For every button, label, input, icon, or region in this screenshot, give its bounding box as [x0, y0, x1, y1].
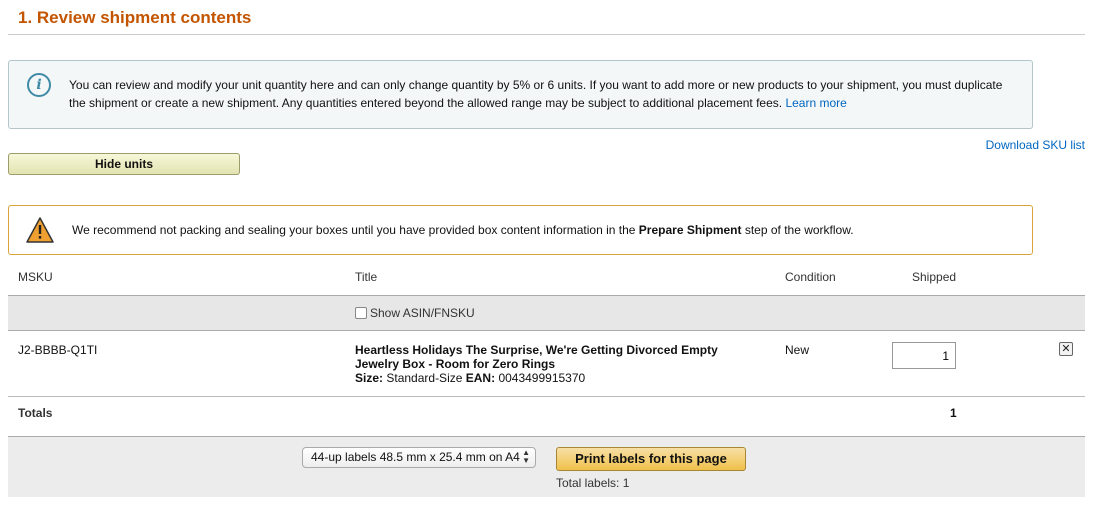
- print-labels-button[interactable]: Print labels for this page: [556, 447, 746, 471]
- totals-value: 1: [950, 406, 957, 420]
- warning-text-before: We recommend not packing and sealing you…: [72, 223, 636, 237]
- header-shipped: Shipped: [912, 270, 957, 284]
- product-attributes: Size: Standard-Size EAN: 0043499915370: [355, 371, 718, 385]
- warning-alert: We recommend not packing and sealing you…: [8, 205, 1033, 255]
- ean-value: 0043499915370: [498, 371, 586, 385]
- info-alert: i You can review and modify your unit qu…: [8, 60, 1033, 129]
- hide-units-button[interactable]: Hide units: [8, 153, 240, 175]
- header-title: Title: [355, 270, 378, 284]
- remove-item-icon[interactable]: ✕: [1059, 342, 1073, 356]
- download-sku-list-link[interactable]: Download SKU list: [986, 138, 1085, 152]
- title-divider: [8, 34, 1085, 35]
- warning-text: We recommend not packing and sealing you…: [72, 223, 854, 237]
- warning-text-bold: Prepare Shipment: [638, 223, 742, 237]
- header-msku: MSKU: [18, 270, 53, 284]
- asin-toggle-row: Show ASIN/FNSKU: [8, 295, 1085, 331]
- header-condition: Condition: [785, 270, 836, 284]
- total-labels-text: Total labels: 1: [556, 476, 630, 490]
- shipped-quantity-input[interactable]: [892, 342, 956, 369]
- select-arrows-icon: ▲ ▼: [522, 448, 530, 465]
- learn-more-link[interactable]: Learn more: [785, 96, 846, 110]
- size-value: Standard-Size: [386, 371, 463, 385]
- product-title-line1: Heartless Holidays The Surprise, We're G…: [355, 343, 718, 357]
- label-format-select[interactable]: 44-up labels 48.5 mm x 25.4 mm on A4 ▲ ▼: [302, 447, 536, 468]
- row-divider: [8, 396, 1085, 397]
- size-label: Size:: [355, 371, 384, 385]
- info-text: You can review and modify your unit quan…: [69, 76, 1019, 112]
- warning-text-after: step of the workflow.: [744, 223, 854, 237]
- msku-cell: J2-BBBB-Q1TI: [18, 343, 98, 357]
- print-labels-footer: 44-up labels 48.5 mm x 25.4 mm on A4 ▲ ▼ …: [8, 436, 1085, 497]
- info-message: You can review and modify your unit quan…: [69, 78, 1003, 110]
- show-asin-label[interactable]: Show ASIN/FNSKU: [370, 306, 475, 320]
- label-format-value: 44-up labels 48.5 mm x 25.4 mm on A4: [311, 450, 520, 464]
- show-asin-checkbox[interactable]: [355, 307, 367, 319]
- condition-cell: New: [785, 343, 810, 357]
- page-title: 1. Review shipment contents: [18, 8, 252, 27]
- totals-label: Totals: [18, 406, 53, 420]
- ean-label: EAN:: [465, 371, 496, 385]
- info-icon: i: [27, 73, 51, 97]
- title-cell: Heartless Holidays The Surprise, We're G…: [355, 343, 718, 385]
- product-title-line2: Jewelry Box - Room for Zero Rings: [355, 357, 556, 371]
- warning-icon: [26, 217, 54, 243]
